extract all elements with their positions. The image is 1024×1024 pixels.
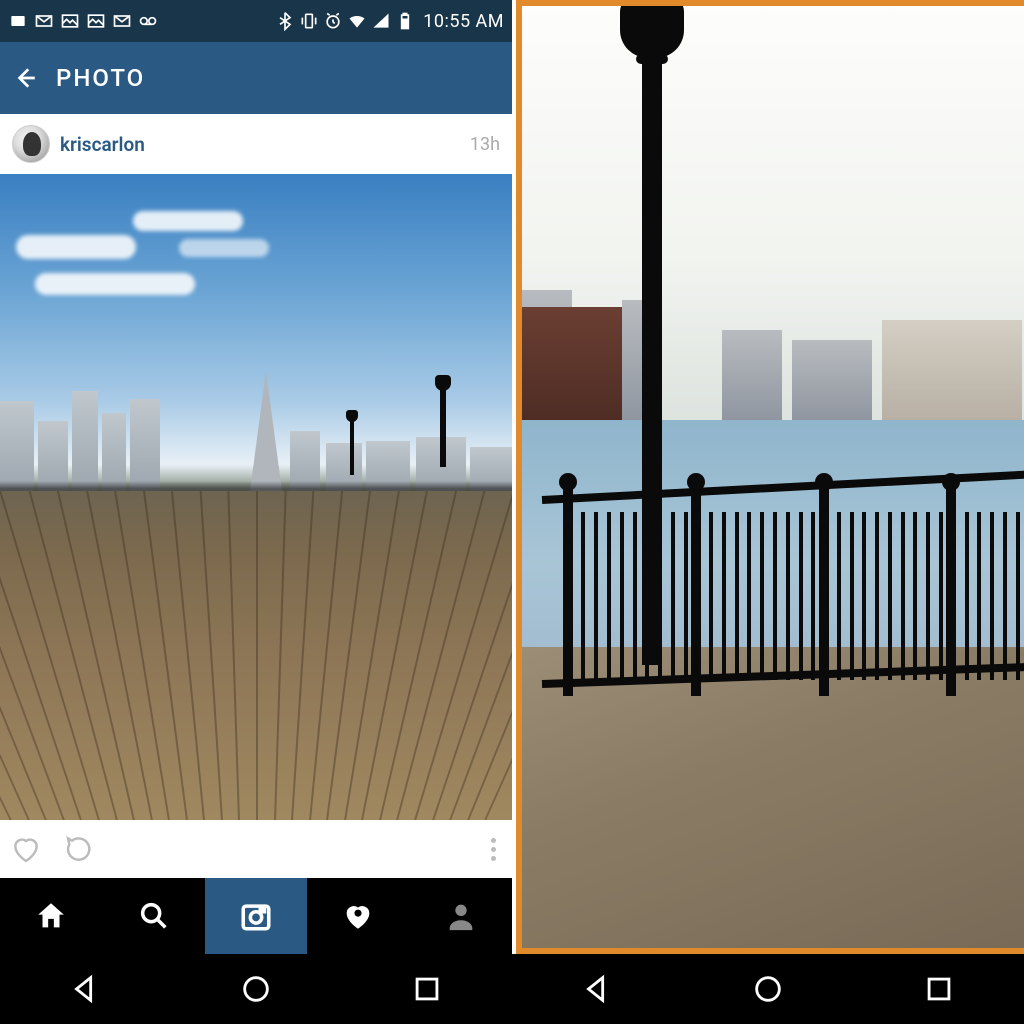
nav-back[interactable]: [580, 972, 614, 1006]
more-button[interactable]: [491, 838, 502, 861]
like-button[interactable]: [10, 833, 42, 865]
zoom-frame: [516, 0, 1024, 954]
phone-left: 10:55 AM PHOTO kriscarlon 13h: [0, 0, 512, 1024]
status-time: 10:55 AM: [423, 11, 504, 32]
post-header: kriscarlon 13h: [0, 114, 512, 174]
status-bar: 10:55 AM: [0, 0, 512, 42]
nav-recent[interactable]: [922, 972, 956, 1006]
username[interactable]: kriscarlon: [60, 133, 145, 156]
bluetooth-icon: [275, 11, 295, 31]
alarm-icon: [323, 11, 343, 31]
tab-home[interactable]: [0, 878, 102, 954]
post-photo[interactable]: [0, 174, 512, 820]
back-icon[interactable]: [12, 65, 56, 91]
nav-home[interactable]: [239, 972, 273, 1006]
post-time: 13h: [470, 134, 500, 155]
tab-bar: [0, 878, 512, 954]
phone-right: [512, 0, 1024, 1024]
zoom-photo[interactable]: [522, 6, 1024, 948]
tab-profile[interactable]: [410, 878, 512, 954]
image-icon: [60, 11, 80, 31]
page-title: PHOTO: [56, 64, 145, 92]
mail-icon: [34, 11, 54, 31]
comment-button[interactable]: [64, 833, 96, 865]
tab-camera[interactable]: [205, 878, 307, 954]
signal-icon: [371, 11, 391, 31]
avatar[interactable]: [12, 125, 50, 163]
vibrate-icon: [299, 11, 319, 31]
nav-home[interactable]: [751, 972, 785, 1006]
image2-icon: [86, 11, 106, 31]
battery-icon: [395, 11, 415, 31]
mail2-icon: [112, 11, 132, 31]
app-bar: PHOTO: [0, 42, 512, 114]
post-actions: [0, 820, 512, 878]
voicemail-icon: [138, 11, 158, 31]
system-nav: [0, 954, 512, 1024]
nav-recent[interactable]: [410, 972, 444, 1006]
nav-back[interactable]: [68, 972, 102, 1006]
tab-search[interactable]: [102, 878, 204, 954]
notify-icon: [8, 11, 28, 31]
wifi-icon: [347, 11, 367, 31]
tab-activity[interactable]: [307, 878, 409, 954]
system-nav-right: [512, 954, 1024, 1024]
